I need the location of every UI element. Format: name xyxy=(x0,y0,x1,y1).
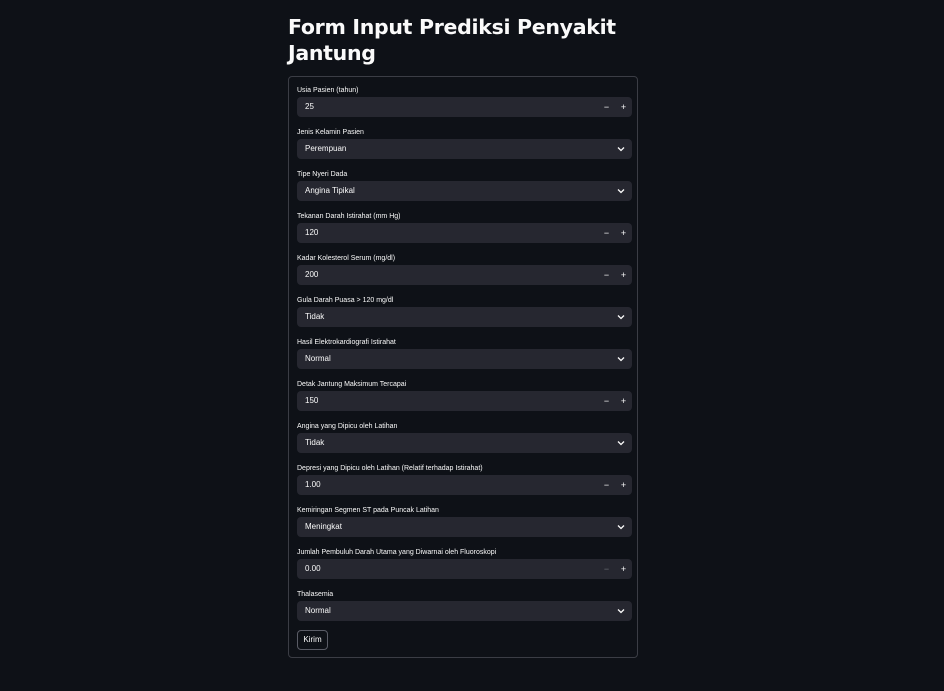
tekanan-darah-input[interactable]: 120 − + xyxy=(297,223,632,243)
pembuluh-darah-input[interactable]: 0.00 − + xyxy=(297,559,632,579)
chevron-down-icon xyxy=(616,307,626,327)
increment-button[interactable]: + xyxy=(615,391,632,411)
field-jenis-kelamin: Jenis Kelamin Pasien Perempuan xyxy=(297,128,633,159)
input-value: 200 xyxy=(305,270,319,279)
field-tekanan-darah: Tekanan Darah Istirahat (mm Hg) 120 − + xyxy=(297,212,633,243)
field-label: Tekanan Darah Istirahat (mm Hg) xyxy=(297,213,401,220)
gula-darah-select[interactable]: Tidak xyxy=(297,307,632,327)
kolesterol-input[interactable]: 200 − + xyxy=(297,265,632,285)
elektrokardiografi-select[interactable]: Normal xyxy=(297,349,632,369)
jenis-kelamin-select[interactable]: Perempuan xyxy=(297,139,632,159)
decrement-button[interactable]: − xyxy=(598,559,615,579)
decrement-button[interactable]: − xyxy=(598,475,615,495)
decrement-button[interactable]: − xyxy=(598,391,615,411)
depresi-latihan-input[interactable]: 1.00 − + xyxy=(297,475,632,495)
input-value: 25 xyxy=(305,102,314,111)
field-label: Hasil Elektrokardiografi Istirahat xyxy=(297,339,396,346)
chevron-down-icon xyxy=(616,139,626,159)
field-label: Jenis Kelamin Pasien xyxy=(297,129,364,136)
field-label: Detak Jantung Maksimum Tercapai xyxy=(297,381,407,388)
detak-jantung-input[interactable]: 150 − + xyxy=(297,391,632,411)
selected-value: Meningkat xyxy=(305,522,342,531)
field-label: Usia Pasien (tahun) xyxy=(297,87,359,94)
increment-button[interactable]: + xyxy=(615,265,632,285)
chevron-down-icon xyxy=(616,601,626,621)
field-angina-latihan: Angina yang Dipicu oleh Latihan Tidak xyxy=(297,422,633,453)
increment-button[interactable]: + xyxy=(615,97,632,117)
field-usia-pasien: Usia Pasien (tahun) 25 − + xyxy=(297,86,633,117)
field-depresi-latihan: Depresi yang Dipicu oleh Latihan (Relati… xyxy=(297,464,633,495)
field-kolesterol: Kadar Kolesterol Serum (mg/dl) 200 − + xyxy=(297,254,633,285)
input-value: 150 xyxy=(305,396,319,405)
selected-value: Tidak xyxy=(305,312,325,321)
usia-pasien-input[interactable]: 25 − + xyxy=(297,97,632,117)
field-pembuluh-darah: Jumlah Pembuluh Darah Utama yang Diwarna… xyxy=(297,548,633,579)
field-label: Angina yang Dipicu oleh Latihan xyxy=(297,423,398,430)
increment-button[interactable]: + xyxy=(615,559,632,579)
input-value: 0.00 xyxy=(305,564,321,573)
field-label: Jumlah Pembuluh Darah Utama yang Diwarna… xyxy=(297,549,497,556)
decrement-button[interactable]: − xyxy=(598,265,615,285)
field-label: Kadar Kolesterol Serum (mg/dl) xyxy=(297,255,396,262)
submit-button[interactable]: Kirim xyxy=(297,630,328,650)
selected-value: Normal xyxy=(305,606,331,615)
selected-value: Normal xyxy=(305,354,331,363)
field-detak-jantung: Detak Jantung Maksimum Tercapai 150 − + xyxy=(297,380,633,411)
thalasemia-select[interactable]: Normal xyxy=(297,601,632,621)
selected-value: Angina Tipikal xyxy=(305,186,355,195)
field-label: Depresi yang Dipicu oleh Latihan (Relati… xyxy=(297,465,483,472)
field-label: Thalasemia xyxy=(297,591,334,598)
page-title: Form Input Prediksi Penyakit Jantung xyxy=(288,15,616,65)
chevron-down-icon xyxy=(616,181,626,201)
increment-button[interactable]: + xyxy=(615,475,632,495)
decrement-button[interactable]: − xyxy=(598,223,615,243)
angina-latihan-select[interactable]: Tidak xyxy=(297,433,632,453)
kemiringan-st-select[interactable]: Meningkat xyxy=(297,517,632,537)
selected-value: Perempuan xyxy=(305,144,347,153)
field-tipe-nyeri-dada: Tipe Nyeri Dada Angina Tipikal xyxy=(297,170,633,201)
input-value: 120 xyxy=(305,228,319,237)
selected-value: Tidak xyxy=(305,438,325,447)
input-value: 1.00 xyxy=(305,480,321,489)
field-kemiringan-st: Kemiringan Segmen ST pada Puncak Latihan… xyxy=(297,506,633,537)
field-gula-darah: Gula Darah Puasa > 120 mg/dl Tidak xyxy=(297,296,633,327)
chevron-down-icon xyxy=(616,433,626,453)
field-label: Kemiringan Segmen ST pada Puncak Latihan xyxy=(297,507,439,514)
field-thalasemia: Thalasemia Normal xyxy=(297,590,633,621)
field-elektrokardiografi: Hasil Elektrokardiografi Istirahat Norma… xyxy=(297,338,633,369)
chevron-down-icon xyxy=(616,517,626,537)
decrement-button[interactable]: − xyxy=(598,97,615,117)
increment-button[interactable]: + xyxy=(615,223,632,243)
page: Form Input Prediksi Penyakit Jantung Usi… xyxy=(0,0,944,691)
prediction-form: Usia Pasien (tahun) 25 − + Jenis Kelamin… xyxy=(288,76,638,658)
tipe-nyeri-dada-select[interactable]: Angina Tipikal xyxy=(297,181,632,201)
field-label: Gula Darah Puasa > 120 mg/dl xyxy=(297,297,394,304)
chevron-down-icon xyxy=(616,349,626,369)
field-label: Tipe Nyeri Dada xyxy=(297,171,348,178)
